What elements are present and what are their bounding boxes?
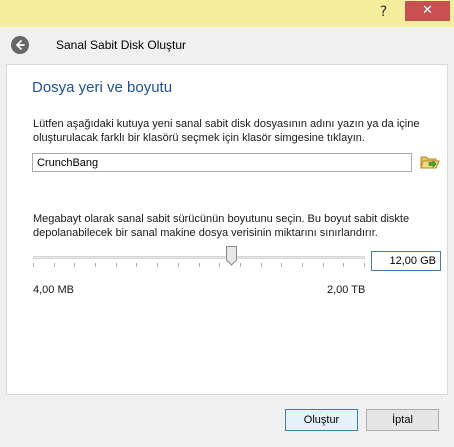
- close-icon: ✕: [422, 3, 433, 18]
- slider-tick: [116, 263, 117, 267]
- folder-open-icon: [420, 156, 440, 169]
- close-button[interactable]: ✕: [405, 1, 450, 21]
- content-panel: Dosya yeri ve boyutu Lütfen aşağıdaki ku…: [6, 64, 448, 395]
- slider-tick: [95, 263, 96, 267]
- size-instructions: Megabayt olarak sanal sabit sürücünün bo…: [33, 213, 410, 239]
- slider-tick: [199, 263, 200, 267]
- title-bar: ? ✕: [0, 0, 454, 27]
- location-instructions: Lütfen aşağıdaki kutuya yeni sanal sabit…: [33, 118, 420, 144]
- dialog: Sanal Sabit Disk Oluştur Dosya yeri ve b…: [0, 27, 454, 447]
- back-button[interactable]: [11, 36, 29, 54]
- section-title: Dosya yeri ve boyutu: [32, 79, 173, 96]
- slider-tick: [74, 263, 75, 267]
- create-button[interactable]: Oluştur: [285, 409, 358, 431]
- slider-tick: [219, 263, 220, 267]
- slider-tick: [178, 263, 179, 267]
- choose-folder-button[interactable]: [420, 153, 440, 171]
- dialog-footer: Oluştur İptal: [0, 395, 454, 447]
- slider-track[interactable]: [33, 256, 365, 259]
- size-input[interactable]: [371, 251, 441, 271]
- slider-tick: [302, 263, 303, 267]
- help-button[interactable]: ?: [370, 2, 397, 22]
- slider-tick: [136, 263, 137, 267]
- slider-tick: [54, 263, 55, 267]
- slider-tick: [343, 263, 344, 267]
- slider-thumb[interactable]: [226, 246, 237, 266]
- slider-tick: [281, 263, 282, 267]
- cancel-button[interactable]: İptal: [366, 409, 439, 431]
- slider-tick: [157, 263, 158, 267]
- size-slider[interactable]: [33, 245, 365, 275]
- dialog-header: Sanal Sabit Disk Oluştur: [0, 27, 454, 63]
- size-min-label: 4,00 MB: [33, 284, 74, 296]
- slider-tick: [323, 263, 324, 267]
- slider-tick: [240, 263, 241, 267]
- size-max-label: 2,00 TB: [327, 284, 366, 296]
- back-arrow-icon: [16, 40, 25, 50]
- file-location-input[interactable]: [32, 153, 412, 172]
- slider-tick: [33, 263, 34, 267]
- slider-tick: [261, 263, 262, 267]
- dialog-title: Sanal Sabit Disk Oluştur: [56, 38, 187, 52]
- slider-tick: [364, 263, 365, 267]
